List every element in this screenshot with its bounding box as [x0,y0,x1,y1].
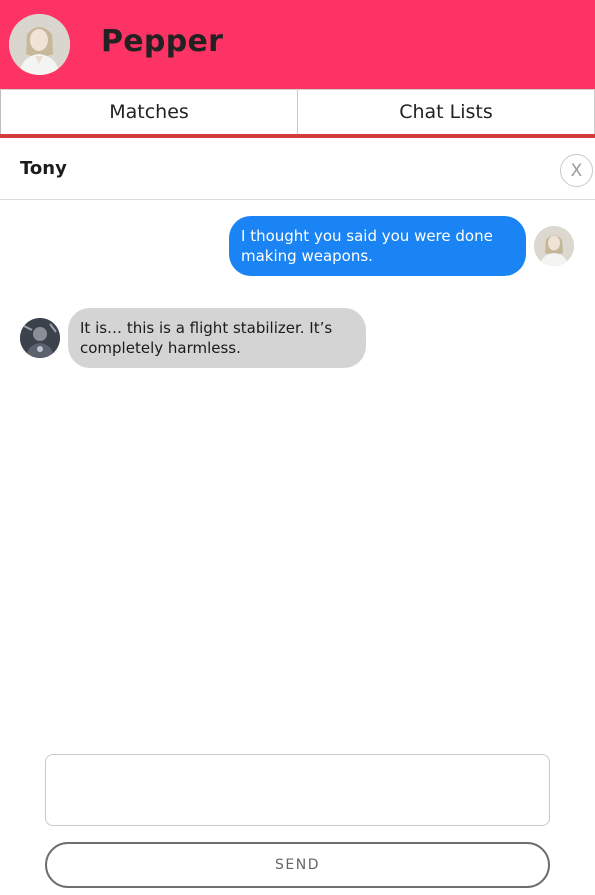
chat-title: Tony [20,158,67,179]
send-button[interactable]: SEND [45,842,550,888]
profile-avatar[interactable] [9,14,70,75]
message-received: It is… this is a flight stabilizer. It’s… [68,308,366,368]
message-sent: I thought you said you were done making … [229,216,526,276]
app-header: Pepper [0,0,595,89]
recipient-avatar [20,318,60,358]
profile-name: Pepper [101,24,224,59]
sender-avatar [534,226,574,266]
tab-bar: Matches Chat Lists [0,89,595,138]
close-chat-button[interactable]: X [560,154,593,187]
tab-chat-lists[interactable]: Chat Lists [297,90,595,134]
tab-matches[interactable]: Matches [0,90,297,134]
message-input[interactable] [45,754,550,826]
chat-header: Tony X [0,138,595,200]
